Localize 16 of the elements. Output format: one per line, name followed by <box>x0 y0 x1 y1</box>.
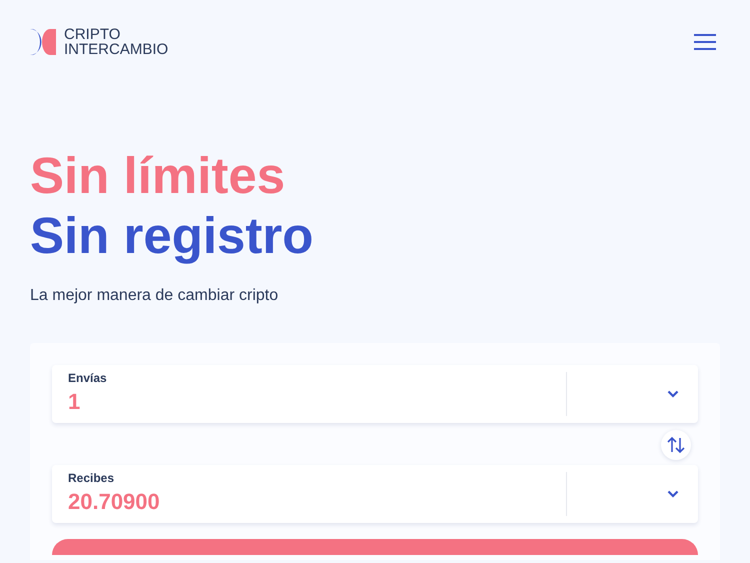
hero-title: Sin registro <box>30 206 314 266</box>
swap-arrows-icon <box>667 436 685 454</box>
exchange-button[interactable] <box>52 539 698 555</box>
field-label: Envías <box>68 371 107 385</box>
menu-icon[interactable] <box>694 34 716 50</box>
amount-field[interactable]: 1 <box>68 389 368 415</box>
field-label: Recibes <box>68 471 114 485</box>
hero-subtitle: La mejor manera de cambiar cripto <box>30 287 280 305</box>
logo-text: INTERCAMBIO <box>64 42 168 57</box>
logo-icon <box>30 29 56 55</box>
amount-field[interactable]: 20.70900 <box>68 489 368 515</box>
chevron-down-icon <box>667 390 679 398</box>
chevron-down-icon <box>667 490 679 498</box>
swap-button[interactable] <box>661 430 691 460</box>
hero-title: Sin límites <box>30 146 286 206</box>
logo-text: CRIPTO <box>64 27 122 42</box>
